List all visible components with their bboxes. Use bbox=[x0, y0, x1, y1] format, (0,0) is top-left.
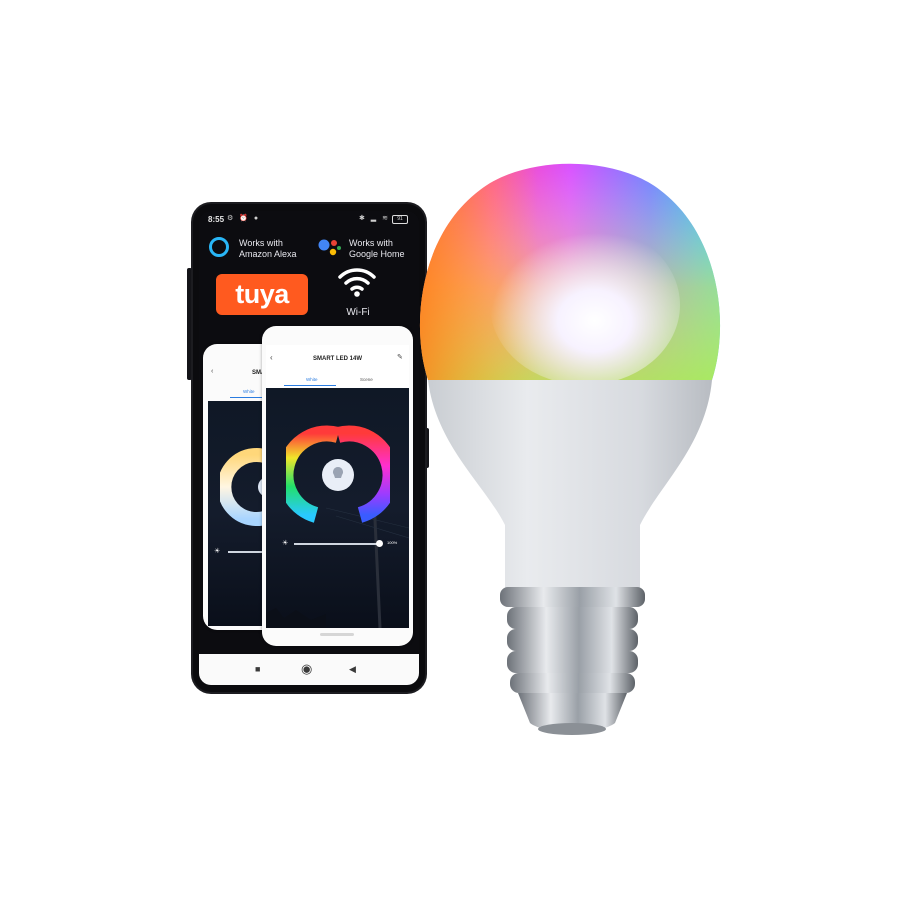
night-background: ☀ 100% bbox=[266, 388, 409, 628]
status-time: 8:55 bbox=[208, 215, 225, 224]
tab-scene[interactable]: Scene bbox=[360, 377, 373, 382]
brightness-slider[interactable] bbox=[294, 543, 380, 545]
tab-white[interactable]: White bbox=[306, 377, 318, 382]
notification-icons: ⚙ ⏰ ● bbox=[227, 215, 261, 222]
google-badge-line2: Google Home bbox=[349, 249, 405, 259]
app-front-title: SMART LED 14W bbox=[312, 356, 362, 362]
google-badge-text: Works with Google Home bbox=[349, 238, 405, 260]
alexa-badge-text: Works with Amazon Alexa bbox=[239, 238, 297, 260]
back-button[interactable]: ◀ bbox=[349, 664, 356, 675]
alexa-badge-line1: Works with bbox=[239, 238, 283, 248]
color-wheel[interactable] bbox=[286, 423, 390, 527]
battery-icon: 91 bbox=[392, 215, 408, 224]
android-nav-bar: ■ ◉ ◀ bbox=[199, 654, 419, 685]
recent-apps-button[interactable]: ■ bbox=[255, 664, 260, 674]
phone-side-button bbox=[187, 268, 192, 380]
brightness-icon: ☀ bbox=[282, 540, 289, 547]
signal-icons: ✱ ▂ ≋ bbox=[359, 215, 391, 222]
bulb-body bbox=[428, 380, 712, 590]
tuya-logo: tuya bbox=[216, 274, 308, 315]
home-button[interactable]: ◉ bbox=[301, 661, 312, 677]
pencil-icon[interactable]: ✎ bbox=[397, 353, 403, 361]
tab-white[interactable]: White bbox=[243, 389, 255, 394]
chevron-left-icon[interactable]: ‹ bbox=[211, 368, 213, 375]
status-bar: 8:55 ⚙ ⏰ ● ✱ ▂ ≋ 91 bbox=[199, 211, 419, 227]
brightness-value: 100% bbox=[387, 540, 398, 545]
amazon-alexa-icon bbox=[209, 237, 229, 257]
wifi-icon bbox=[338, 268, 376, 297]
bulb-icon bbox=[333, 467, 343, 478]
tab-underline bbox=[284, 385, 336, 386]
home-indicator bbox=[320, 633, 354, 636]
brightness-icon: ☀ bbox=[214, 548, 221, 555]
app-screen-front: ‹ SMART LED 14W ✎ White Scene ☀ 100% bbox=[266, 345, 409, 628]
wifi-label: Wi-Fi bbox=[346, 307, 370, 318]
bulb-e27-base bbox=[500, 587, 645, 735]
google-assistant-icon bbox=[318, 239, 341, 256]
brightness-slider-thumb[interactable] bbox=[376, 540, 383, 547]
alexa-badge-line2: Amazon Alexa bbox=[239, 249, 297, 259]
google-badge-line1: Works with bbox=[349, 238, 393, 248]
bulb-dome bbox=[419, 163, 721, 380]
app-screenshot-front: ‹ SMART LED 14W ✎ White Scene ☀ 100% bbox=[262, 326, 413, 646]
rgb-light-bulb bbox=[419, 163, 721, 735]
